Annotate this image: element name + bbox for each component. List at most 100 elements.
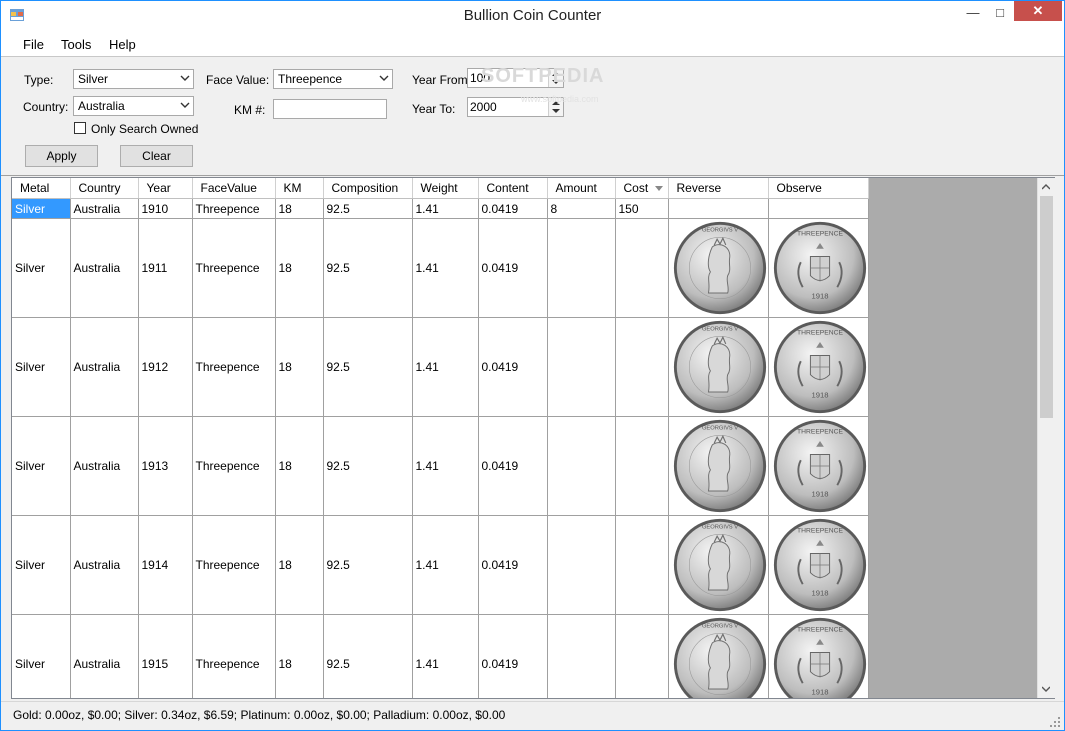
cell-country[interactable]: Australia: [70, 317, 139, 417]
minimize-button[interactable]: —: [958, 1, 988, 23]
cell-amount[interactable]: [547, 218, 616, 318]
vertical-scrollbar[interactable]: [1037, 178, 1055, 698]
cell-content[interactable]: 0.0419: [478, 515, 548, 615]
cell-year[interactable]: 1910: [138, 198, 193, 219]
column-header-amount[interactable]: Amount: [547, 178, 616, 199]
clear-button[interactable]: Clear: [120, 145, 193, 167]
cell-reverse[interactable]: [668, 198, 769, 219]
cell-composition[interactable]: 92.5: [323, 317, 413, 417]
cell-reverse[interactable]: GEORGIVS V: [668, 317, 769, 417]
column-header-content[interactable]: Content: [478, 178, 548, 199]
cell-year[interactable]: 1912: [138, 317, 193, 417]
cell-cost[interactable]: [615, 416, 669, 516]
cell-metal[interactable]: Silver: [12, 198, 71, 219]
cell-composition[interactable]: 92.5: [323, 416, 413, 516]
column-header-observe[interactable]: Observe: [768, 178, 869, 199]
cell-facevalue[interactable]: Threepence: [192, 515, 276, 615]
column-header-year[interactable]: Year: [138, 178, 193, 199]
cell-amount[interactable]: [547, 614, 616, 698]
cell-observe[interactable]: THREEPENCE 1918: [768, 614, 869, 698]
type-select[interactable]: Silver: [73, 69, 194, 89]
cell-metal[interactable]: Silver: [12, 515, 71, 615]
cell-metal[interactable]: Silver: [12, 416, 71, 516]
column-header-weight[interactable]: Weight: [412, 178, 479, 199]
cell-composition[interactable]: 92.5: [323, 515, 413, 615]
table-row[interactable]: Silver Australia 1913 Threepence 18 92.5 1.41 0…: [12, 416, 869, 516]
cell-weight[interactable]: 1.41: [412, 416, 479, 516]
resize-grip-icon[interactable]: [1050, 717, 1060, 727]
cell-cost[interactable]: [615, 317, 669, 417]
column-header-metal[interactable]: Metal: [12, 178, 71, 199]
column-header-facevalue[interactable]: FaceValue: [192, 178, 276, 199]
scrollbar-thumb[interactable]: [1040, 196, 1053, 418]
cell-cost[interactable]: 150: [615, 198, 669, 219]
cell-content[interactable]: 0.0419: [478, 218, 548, 318]
cell-composition[interactable]: 92.5: [323, 218, 413, 318]
table-row[interactable]: Silver Australia 1914 Threepence 18 92.5 1.41 0…: [12, 515, 869, 615]
cell-reverse[interactable]: GEORGIVS V: [668, 614, 769, 698]
apply-button[interactable]: Apply: [25, 145, 98, 167]
cell-cost[interactable]: [615, 614, 669, 698]
cell-country[interactable]: Australia: [70, 614, 139, 698]
cell-observe[interactable]: THREEPENCE 1918: [768, 317, 869, 417]
cell-amount[interactable]: [547, 515, 616, 615]
maximize-button[interactable]: □: [985, 1, 1015, 23]
cell-weight[interactable]: 1.41: [412, 218, 479, 318]
cell-metal[interactable]: Silver: [12, 614, 71, 698]
table-row[interactable]: Silver Australia 1915 Threepence 18 92.5 1.41 0…: [12, 614, 869, 698]
cell-weight[interactable]: 1.41: [412, 198, 479, 219]
menu-file[interactable]: File: [23, 37, 44, 52]
cell-facevalue[interactable]: Threepence: [192, 416, 276, 516]
cell-content[interactable]: 0.0419: [478, 317, 548, 417]
cell-facevalue[interactable]: Threepence: [192, 614, 276, 698]
cell-km[interactable]: 18: [275, 218, 324, 318]
table-row[interactable]: Silver Australia 1912 Threepence 18 92.5 1.41 0…: [12, 317, 869, 417]
column-header-country[interactable]: Country: [70, 178, 139, 199]
cell-year[interactable]: 1915: [138, 614, 193, 698]
cell-amount[interactable]: [547, 317, 616, 417]
km-input[interactable]: [273, 99, 387, 119]
cell-country[interactable]: Australia: [70, 515, 139, 615]
spin-down-icon[interactable]: [552, 109, 560, 113]
only-owned-checkbox[interactable]: [74, 122, 86, 134]
cell-observe[interactable]: [768, 198, 869, 219]
cell-weight[interactable]: 1.41: [412, 614, 479, 698]
cell-km[interactable]: 18: [275, 198, 324, 219]
cell-amount[interactable]: [547, 416, 616, 516]
cell-composition[interactable]: 92.5: [323, 198, 413, 219]
cell-weight[interactable]: 1.41: [412, 515, 479, 615]
cell-metal[interactable]: Silver: [12, 317, 71, 417]
column-header-cost[interactable]: Cost: [615, 178, 669, 199]
cell-reverse[interactable]: GEORGIVS V: [668, 416, 769, 516]
cell-country[interactable]: Australia: [70, 218, 139, 318]
cell-km[interactable]: 18: [275, 317, 324, 417]
menu-help[interactable]: Help: [109, 37, 136, 52]
cell-facevalue[interactable]: Threepence: [192, 218, 276, 318]
cell-year[interactable]: 1913: [138, 416, 193, 516]
country-select[interactable]: Australia: [73, 96, 194, 116]
cell-facevalue[interactable]: Threepence: [192, 317, 276, 417]
scroll-up-icon[interactable]: [1042, 183, 1050, 191]
cell-cost[interactable]: [615, 515, 669, 615]
cell-country[interactable]: Australia: [70, 198, 139, 219]
column-header-km[interactable]: KM: [275, 178, 324, 199]
cell-amount[interactable]: 8: [547, 198, 616, 219]
column-header-reverse[interactable]: Reverse: [668, 178, 769, 199]
cell-km[interactable]: 18: [275, 416, 324, 516]
cell-observe[interactable]: THREEPENCE 1918: [768, 416, 869, 516]
table-row[interactable]: Silver Australia 1910 Threepence 18 92.5 1.41 0…: [12, 198, 869, 219]
cell-content[interactable]: 0.0419: [478, 198, 548, 219]
cell-observe[interactable]: THREEPENCE 1918: [768, 218, 869, 318]
cell-facevalue[interactable]: Threepence: [192, 198, 276, 219]
cell-km[interactable]: 18: [275, 614, 324, 698]
cell-year[interactable]: 1914: [138, 515, 193, 615]
face-value-select[interactable]: Threepence: [273, 69, 393, 89]
cell-reverse[interactable]: GEORGIVS V: [668, 515, 769, 615]
cell-year[interactable]: 1911: [138, 218, 193, 318]
scroll-down-icon[interactable]: [1042, 685, 1050, 693]
cell-reverse[interactable]: GEORGIVS V: [668, 218, 769, 318]
cell-weight[interactable]: 1.41: [412, 317, 479, 417]
column-header-composition[interactable]: Composition: [323, 178, 413, 199]
menu-tools[interactable]: Tools: [61, 37, 91, 52]
cell-country[interactable]: Australia: [70, 416, 139, 516]
